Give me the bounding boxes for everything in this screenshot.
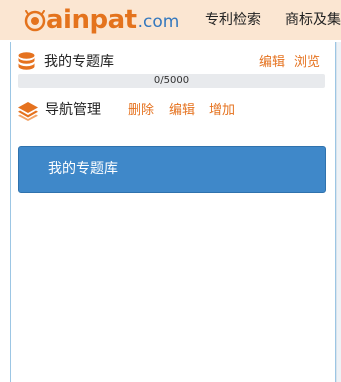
logo-suffix: .com xyxy=(137,12,180,32)
library-usage-text: 0/5000 xyxy=(153,75,190,86)
navigation-add-link[interactable]: 增加 xyxy=(209,101,235,121)
logo-text: ainpat xyxy=(46,5,137,35)
navigation-label: 导航管理 xyxy=(45,102,101,118)
nav-patent-search[interactable]: 专利检索 xyxy=(205,0,261,40)
scroll-track[interactable] xyxy=(336,42,341,382)
library-edit-link[interactable]: 编辑 xyxy=(259,53,285,73)
library-label: 我的专题库 xyxy=(44,54,114,70)
side-panel: 我的专题库 编辑 浏览 0/5000 导航管理 删除 编辑 增加 我的专题库 xyxy=(10,42,336,382)
navigation-edit-link[interactable]: 编辑 xyxy=(169,101,195,121)
my-library-button-label: 我的专题库 xyxy=(48,161,118,177)
navigation-delete-link[interactable]: 删除 xyxy=(128,101,154,121)
library-usage-bar: 0/5000 xyxy=(18,74,325,88)
database-icon xyxy=(18,52,35,70)
library-row: 我的专题库 编辑 浏览 xyxy=(11,52,335,76)
layers-icon xyxy=(18,102,38,121)
top-header: ainpat .com 专利检索 商标及集 xyxy=(0,0,341,40)
nav-trademark[interactable]: 商标及集 xyxy=(285,0,341,40)
ainpat-logo[interactable]: ainpat .com xyxy=(24,6,179,34)
navigation-row: 导航管理 删除 编辑 增加 xyxy=(11,100,335,124)
my-library-button[interactable]: 我的专题库 xyxy=(18,146,326,193)
library-browse-link[interactable]: 浏览 xyxy=(294,53,320,73)
logo-mark-icon xyxy=(24,10,46,32)
